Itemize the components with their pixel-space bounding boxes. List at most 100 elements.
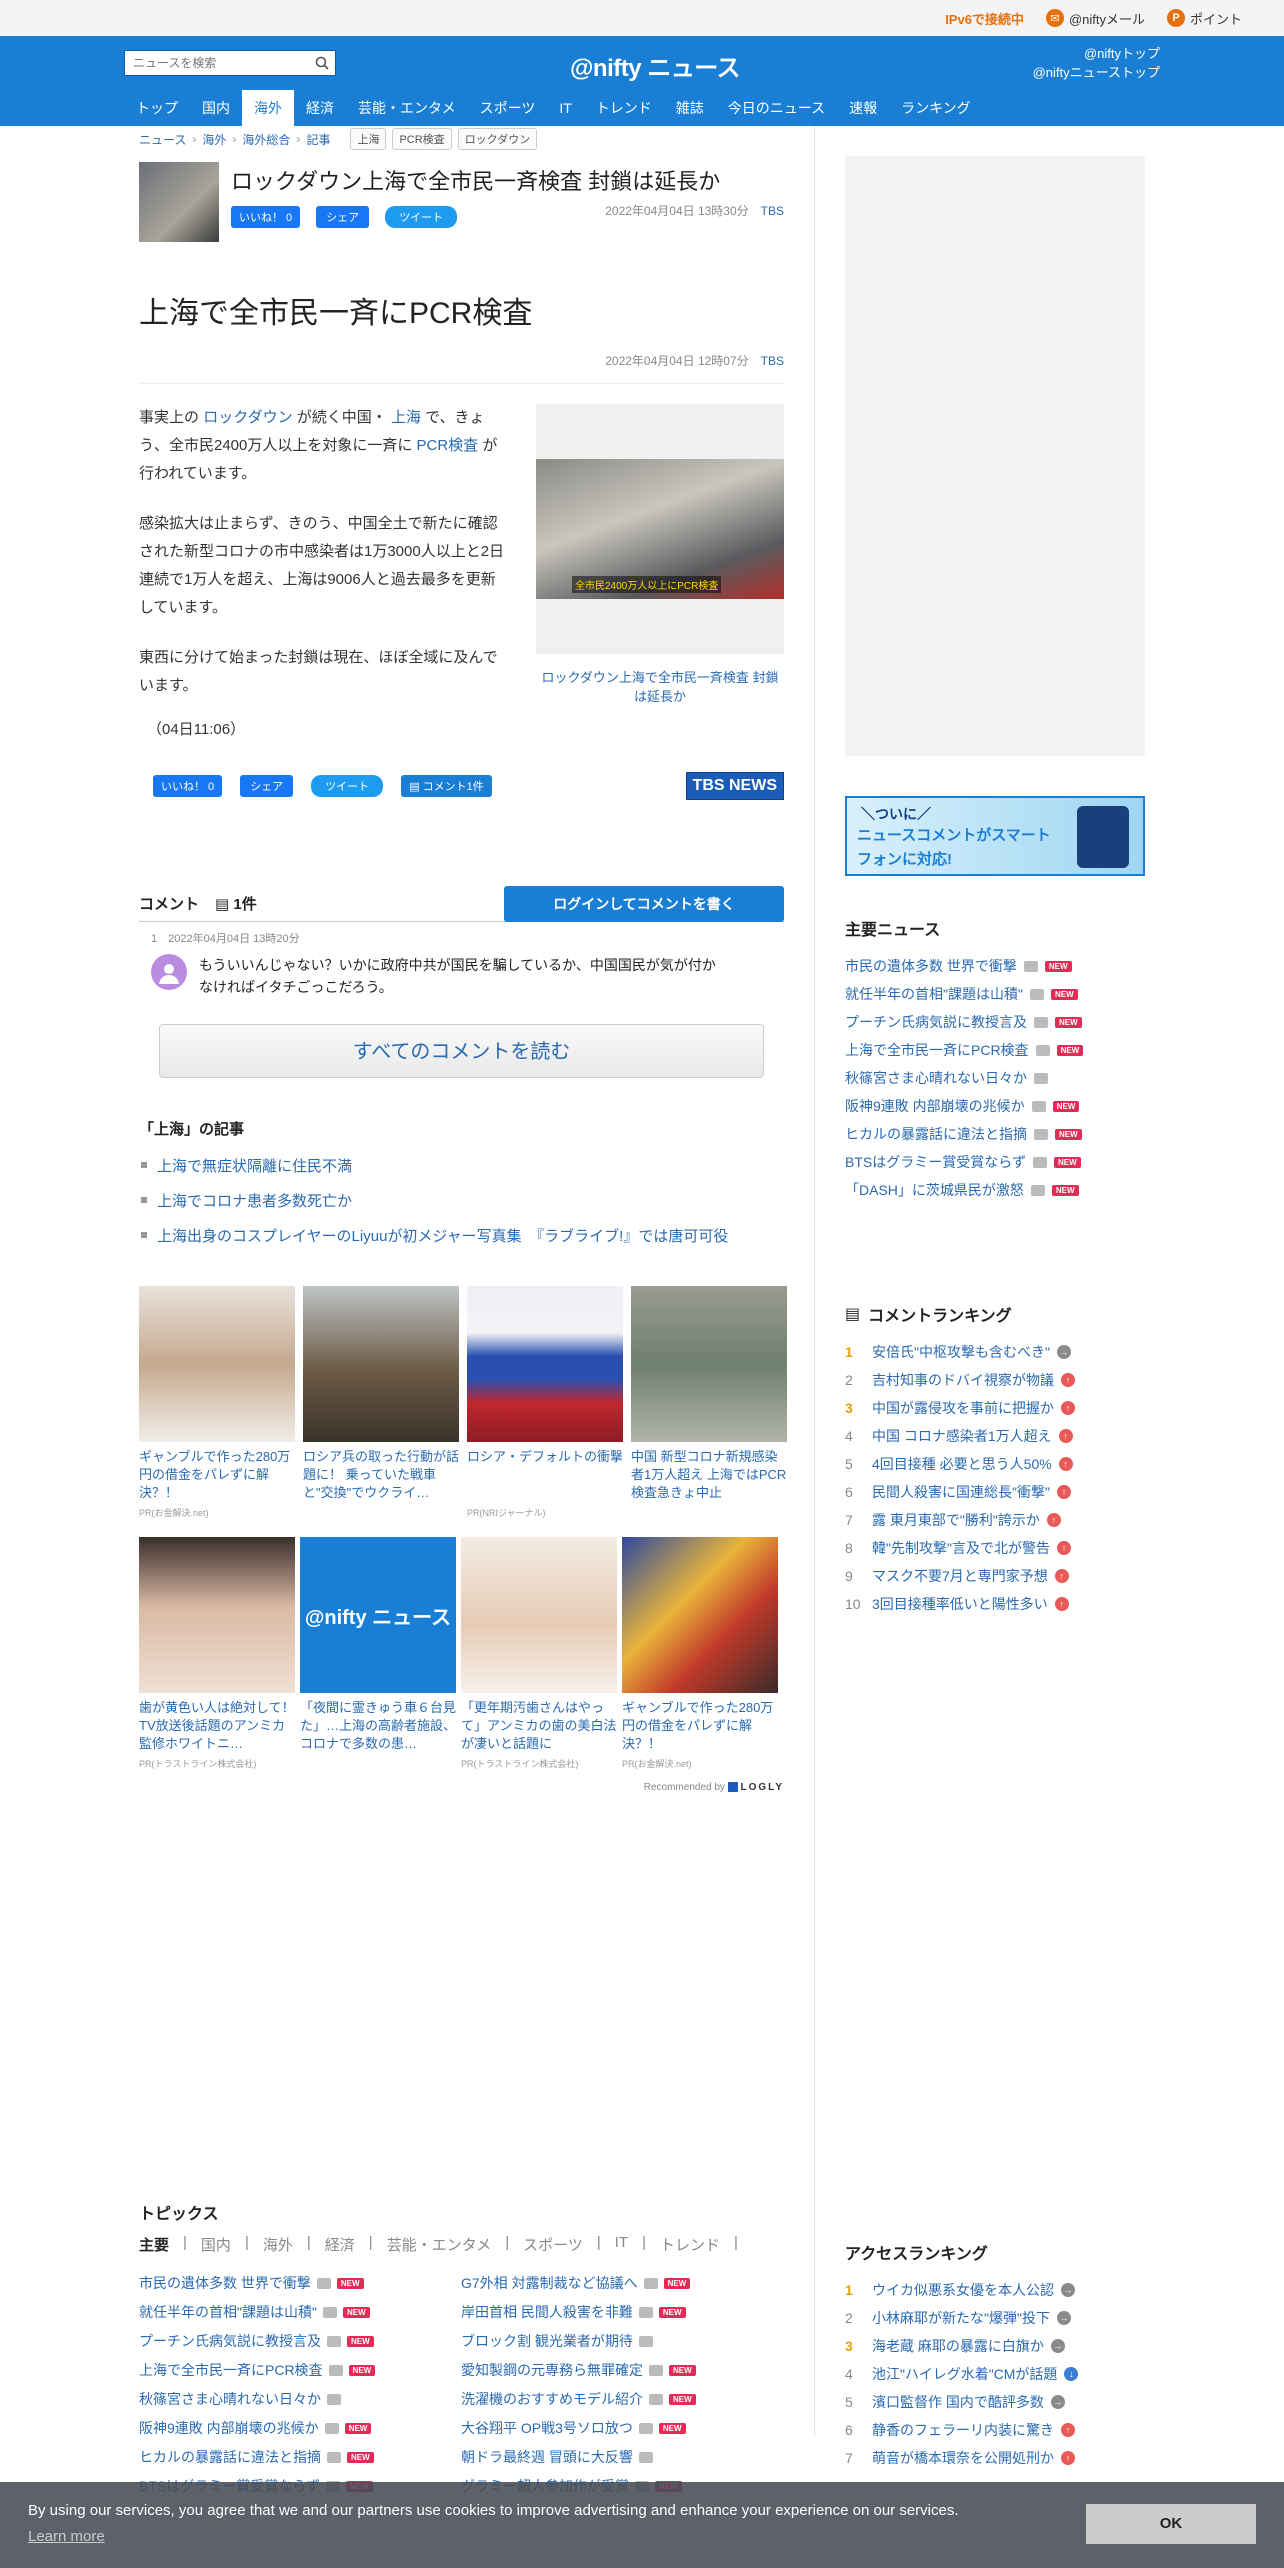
news-title[interactable]: 就任半年の首相"課題は山積" bbox=[845, 984, 1023, 1004]
mail-link[interactable]: ✉ @niftyメール bbox=[1045, 9, 1145, 28]
comment-count-button[interactable]: ▤ コメント1件 bbox=[401, 775, 492, 797]
tag-chip[interactable]: 上海 bbox=[350, 128, 387, 150]
news-title[interactable]: 市民の遺体多数 世界で衝撃 bbox=[139, 2273, 311, 2293]
news-title[interactable]: 阪神9連敗 内部崩壊の兆候か bbox=[139, 2418, 319, 2438]
news-title[interactable]: ヒカルの暴露話に違法と指摘 bbox=[845, 1124, 1027, 1144]
news-title[interactable]: プーチン氏病気説に教授言及 bbox=[139, 2331, 321, 2351]
news-item[interactable]: G7外相 対露制裁など協議へ NEW bbox=[461, 2273, 761, 2293]
topics-tab[interactable]: 芸能・エンタメ bbox=[387, 2234, 492, 2255]
nifty-top-link[interactable]: @niftyトップ bbox=[1033, 44, 1160, 63]
ranking-title[interactable]: マスク不要7月と専門家予想 bbox=[872, 1566, 1048, 1586]
recommended-by[interactable]: Recommended by LOGLY bbox=[139, 1782, 784, 1793]
recommend-card[interactable]: ロシア兵の取った行動が話題に！ 乗っていた戦車と"交換"でウクライ… bbox=[303, 1286, 459, 1519]
ranking-item[interactable]: 5 濱口監督作 国内で酷評多数 → bbox=[845, 2388, 1145, 2416]
topics-tab[interactable]: 経済 bbox=[325, 2234, 355, 2255]
recommend-card[interactable]: ロシア・デフォルトの衝撃 PR(NRIジャーナル) bbox=[467, 1286, 623, 1519]
topics-tab-active[interactable]: 主要 bbox=[139, 2234, 169, 2255]
topics-tab[interactable]: トレンド bbox=[660, 2234, 720, 2255]
news-item[interactable]: 阪神9連敗 内部崩壊の兆候か NEW bbox=[139, 2418, 461, 2438]
ranking-title[interactable]: 海老蔵 麻耶の暴露に白旗か bbox=[872, 2336, 1044, 2356]
card-title[interactable]: ロシア・デフォルトの衝撃 bbox=[467, 1448, 623, 1502]
news-item[interactable]: 秋篠宮さま心晴れない日々か bbox=[139, 2389, 461, 2409]
crumb-link[interactable]: ニュース bbox=[139, 131, 186, 148]
ranking-title[interactable]: 静香のフェラーリ内装に驚き bbox=[872, 2420, 1054, 2440]
card-image[interactable]: @nifty ニュース bbox=[300, 1537, 456, 1693]
ranking-title[interactable]: 民間人殺害に国連総長"衝撃" bbox=[872, 1482, 1050, 1502]
ranking-item[interactable]: 1 ウイカ似悪系女優を本人公認 → bbox=[845, 2276, 1145, 2304]
news-title[interactable]: 上海で全市民一斉にPCR検査 bbox=[845, 1040, 1029, 1060]
ranking-title[interactable]: ウイカ似悪系女優を本人公認 bbox=[872, 2280, 1054, 2300]
read-all-comments-button[interactable]: すべてのコメントを読む bbox=[159, 1024, 764, 1078]
nav-tab-active[interactable]: 海外 bbox=[242, 90, 294, 126]
news-item[interactable]: 市民の遺体多数 世界で衝撃 NEW bbox=[845, 952, 1145, 980]
news-title[interactable]: 愛知製鋼の元専務ら無罪確定 bbox=[461, 2360, 643, 2380]
ranking-title[interactable]: 4回目接種 必要と思う人50% bbox=[872, 1454, 1052, 1474]
ad-slot[interactable] bbox=[845, 156, 1145, 756]
like-button[interactable]: いいね！ 0 bbox=[153, 775, 223, 797]
news-title[interactable]: 秋篠宮さま心晴れない日々か bbox=[139, 2389, 321, 2409]
headline-source[interactable]: TBS bbox=[761, 204, 784, 218]
ranking-title[interactable]: 3回目接種率低いと陽性多い bbox=[872, 1594, 1048, 1614]
ranking-item[interactable]: 10 3回目接種率低いと陽性多い ↑ bbox=[845, 1590, 1145, 1618]
article-source[interactable]: TBS bbox=[761, 354, 784, 368]
news-item[interactable]: 上海で全市民一斉にPCR検査 NEW bbox=[139, 2360, 461, 2380]
tweet-button[interactable]: ツイート bbox=[311, 775, 384, 797]
ranking-title[interactable]: 韓"先制攻撃"言及で北が警告 bbox=[872, 1538, 1050, 1558]
news-item[interactable]: 就任半年の首相"課題は山積" NEW bbox=[845, 980, 1145, 1008]
ranking-title[interactable]: 小林麻耶が新たな"爆弾"投下 bbox=[872, 2308, 1050, 2328]
tweet-button[interactable]: ツイート bbox=[385, 206, 458, 228]
news-item[interactable]: 市民の遺体多数 世界で衝撃 NEW bbox=[139, 2273, 461, 2293]
news-item[interactable]: 就任半年の首相"課題は山積" NEW bbox=[139, 2302, 461, 2322]
nav-tab[interactable]: トレンド bbox=[584, 90, 664, 126]
news-title[interactable]: G7外相 対露制裁など協議へ bbox=[461, 2273, 638, 2293]
like-button[interactable]: いいね！ 0 bbox=[231, 206, 301, 228]
news-item[interactable]: ヒカルの暴露話に違法と指摘 NEW bbox=[845, 1120, 1145, 1148]
topics-tab[interactable]: IT bbox=[615, 2234, 628, 2255]
ranking-title[interactable]: 中国 コロナ感染者1万人超え bbox=[872, 1426, 1052, 1446]
card-image[interactable] bbox=[467, 1286, 623, 1442]
ranking-item[interactable]: 2 吉村知事のドバイ視察が物議 ↑ bbox=[845, 1366, 1145, 1394]
news-item[interactable]: 洗濯機のおすすめモデル紹介 NEW bbox=[461, 2389, 761, 2409]
news-title[interactable]: ブロック割 観光業者が期待 bbox=[461, 2331, 633, 2351]
headline-thumbnail[interactable] bbox=[139, 162, 219, 242]
card-image[interactable] bbox=[461, 1537, 617, 1693]
ranking-item[interactable]: 3 中国が露侵攻を事前に把握か ↑ bbox=[845, 1394, 1145, 1422]
nav-tab[interactable]: 速報 bbox=[837, 90, 889, 126]
news-item[interactable]: プーチン氏病気説に教授言及 NEW bbox=[845, 1008, 1145, 1036]
recommend-card[interactable]: 中国 新型コロナ新規感染者1万人超え 上海ではPCR検査急きょ中止 bbox=[631, 1286, 787, 1519]
ranking-item[interactable]: 5 4回目接種 必要と思う人50% ↑ bbox=[845, 1450, 1145, 1478]
card-image[interactable] bbox=[303, 1286, 459, 1442]
news-title[interactable]: 洗濯機のおすすめモデル紹介 bbox=[461, 2389, 643, 2409]
ranking-item[interactable]: 4 中国 コロナ感染者1万人超え ↑ bbox=[845, 1422, 1145, 1450]
share-button[interactable]: シェア bbox=[240, 775, 294, 797]
news-item[interactable]: 「DASH」に茨城県民が激怒 NEW bbox=[845, 1176, 1145, 1204]
nav-tab[interactable]: トップ bbox=[124, 90, 190, 126]
login-comment-button[interactable]: ログインしてコメントを書く bbox=[504, 885, 784, 922]
news-title[interactable]: 就任半年の首相"課題は山積" bbox=[139, 2302, 317, 2322]
news-title[interactable]: 岸田首相 民間人殺害を非難 bbox=[461, 2302, 633, 2322]
news-title[interactable]: 市民の遺体多数 世界で衝撃 bbox=[845, 956, 1017, 976]
tag-chip[interactable]: PCR検査 bbox=[392, 128, 452, 150]
ranking-title[interactable]: 萌音が橋本環奈を公開処刑か bbox=[872, 2448, 1054, 2468]
news-title[interactable]: 秋篠宮さま心晴れない日々か bbox=[845, 1068, 1027, 1088]
ranking-item[interactable]: 7 萌音が橋本環奈を公開処刑か ↑ bbox=[845, 2444, 1145, 2472]
recommend-card[interactable]: ギャンブルで作った280万円の借金をパレずに解決？！ PR(お金解決.net) bbox=[622, 1537, 778, 1770]
ranking-title[interactable]: 池江"ハイレグ水着"CMが話題 bbox=[872, 2364, 1057, 2384]
ranking-item[interactable]: 2 小林麻耶が新たな"爆弾"投下 → bbox=[845, 2304, 1145, 2332]
card-image[interactable] bbox=[622, 1537, 778, 1693]
crumb-link[interactable]: 記事 bbox=[306, 131, 330, 148]
recommend-card[interactable]: 歯が黄色い人は絶対して！TV放送後話題のアンミカ監修ホワイトニ… PR(トラストラ… bbox=[139, 1537, 295, 1770]
recommend-card[interactable]: @nifty ニュース 「夜間に霊きゅう車６台見た」…上海の高齢者施設、コロナで多… bbox=[300, 1537, 456, 1770]
ranking-title[interactable]: 濱口監督作 国内で酷評多数 bbox=[872, 2392, 1044, 2412]
article-photo[interactable]: 全市民2400万人以上にPCR検査 ロックダウン上海で全市民一斉検査 封鎖は延長… bbox=[536, 404, 784, 744]
topics-tab[interactable]: スポーツ bbox=[523, 2234, 583, 2255]
learn-more-link[interactable]: Learn more bbox=[28, 2528, 105, 2545]
photo-caption[interactable]: ロックダウン上海で全市民一斉検査 封鎖は延長か bbox=[536, 668, 784, 706]
ranking-item[interactable]: 6 静香のフェラーリ内装に驚き ↑ bbox=[845, 2416, 1145, 2444]
nav-tab[interactable]: IT bbox=[547, 90, 583, 126]
ranking-item[interactable]: 3 海老蔵 麻耶の暴露に白旗か → bbox=[845, 2332, 1145, 2360]
news-title[interactable]: BTSはグラミー賞受賞ならず bbox=[845, 1152, 1026, 1172]
site-logo[interactable]: @nifty ニュース bbox=[570, 48, 741, 83]
news-item[interactable]: プーチン氏病気説に教授言及 NEW bbox=[139, 2331, 461, 2351]
news-title[interactable]: 大谷翔平 OP戦3号ソロ放つ bbox=[461, 2418, 633, 2438]
